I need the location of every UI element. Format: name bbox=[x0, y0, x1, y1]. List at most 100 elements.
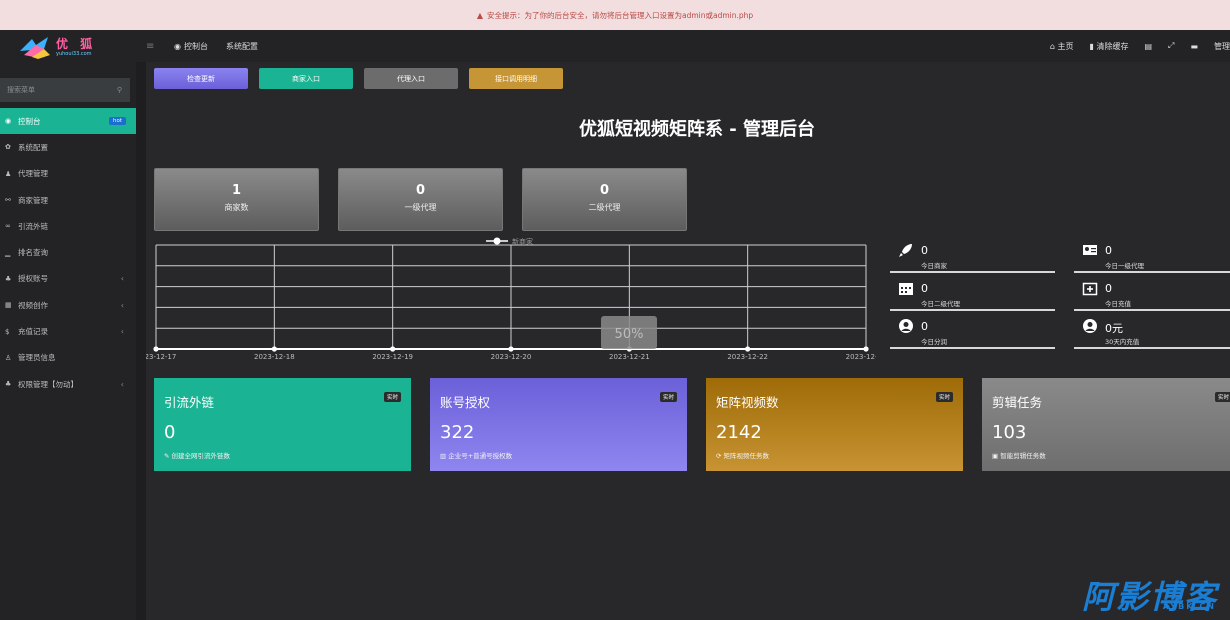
sidebar-item-label: 授权账号 bbox=[18, 274, 48, 284]
sidebar-item-video[interactable]: ▦ 视频创作 ‹ bbox=[0, 292, 136, 318]
sidebar-item-label: 控制台 bbox=[18, 116, 41, 126]
x-tick-label: 2023-12-20 bbox=[491, 353, 532, 361]
x-tick-label: 2023-12-22 bbox=[727, 353, 768, 361]
sidebar-item-ranking[interactable]: ▁ 排名查询 bbox=[0, 239, 136, 265]
logo[interactable]: 优 狐 yuhoui33.com bbox=[0, 30, 136, 62]
topnav-settings[interactable]: 系统配置 bbox=[226, 41, 258, 52]
x-tick-label: 2023-12-18 bbox=[254, 353, 295, 361]
watermark-logo: 阿影博客 AYBK.CN bbox=[1024, 572, 1224, 616]
stat-value: 0 bbox=[415, 183, 426, 198]
link-icon: ∞ bbox=[5, 222, 11, 231]
image-icon: ▣ bbox=[992, 452, 999, 460]
topnav-dashboard[interactable]: ◉ 控制台 bbox=[174, 41, 208, 52]
top-navbar: 优 狐 yuhoui33.com ≡ ◉ 控制台 系统配置 ⌂ 主页 ▮ 清除缓存… bbox=[0, 30, 1230, 62]
sidebar-item-label: 引流外链 bbox=[18, 221, 48, 231]
mini-stat-today-profit: 0 今日分润 bbox=[890, 314, 1055, 349]
sidebar-item-admin-info[interactable]: ♙ 管理员信息 bbox=[0, 345, 136, 371]
realtime-badge: 实时 bbox=[383, 392, 401, 402]
card-subtitle: ▥ 企业号+普通号授权数 bbox=[440, 450, 512, 460]
api-detail-button[interactable]: 接口调用明细 bbox=[469, 68, 563, 89]
sidebar-item-permissions[interactable]: ♣ 权限管理【勿动】 ‹ bbox=[0, 371, 136, 397]
book-icon[interactable]: ▤ bbox=[1144, 42, 1152, 51]
chart-icon: ▁ bbox=[5, 248, 11, 257]
topnav-dashboard-label: 控制台 bbox=[183, 41, 208, 51]
data-point[interactable] bbox=[390, 346, 396, 352]
security-alert-bar: ▲ 安全提示：为了你的后台安全，请勿将后台管理入口设置为admin或admin.… bbox=[0, 0, 1230, 30]
search-placeholder: 搜索菜单 bbox=[7, 86, 35, 94]
sidebar-item-agent[interactable]: ♟ 代理管理 bbox=[0, 161, 136, 187]
mini-stat-today-level2: 0 今日二级代理 bbox=[890, 276, 1055, 311]
id-card-icon bbox=[1083, 245, 1097, 255]
x-tick-label: 2023-12-17 bbox=[146, 353, 176, 361]
hot-badge: hot bbox=[108, 117, 126, 126]
sidebar-item-links[interactable]: ∞ 引流外链 bbox=[0, 213, 136, 239]
sync-icon: ⟳ bbox=[716, 452, 722, 460]
sidebar-item-label: 管理员信息 bbox=[18, 353, 56, 363]
legend-marker[interactable] bbox=[493, 237, 501, 245]
chevron-left-icon: ‹ bbox=[120, 274, 124, 284]
mini-stat-label: 今日商家 bbox=[921, 262, 947, 270]
stat-level1-agents: 0 一级代理 bbox=[338, 168, 503, 231]
sidebar-item-accounts[interactable]: ♣ 授权账号 ‹ bbox=[0, 266, 136, 292]
fullscreen-icon[interactable]: ⤢ bbox=[1168, 41, 1174, 51]
film-icon: ▦ bbox=[5, 301, 12, 310]
chevron-left-icon: ‹ bbox=[120, 327, 124, 337]
sidebar-item-merchant[interactable]: ⚯ 商家管理 bbox=[0, 187, 136, 213]
calendar-plus-icon bbox=[1082, 282, 1098, 296]
mini-stat-label: 30天内充值 bbox=[1105, 338, 1140, 346]
mini-stat-value: 0 bbox=[1105, 244, 1112, 257]
clear-cache-label: 清除缓存 bbox=[1096, 41, 1129, 51]
data-point[interactable] bbox=[863, 346, 869, 352]
mini-stat-label: 今日分润 bbox=[921, 338, 947, 346]
trash-icon: ▮ bbox=[1089, 41, 1094, 51]
sidebar-item-system-config[interactable]: ✿ 系统配置 bbox=[0, 134, 136, 160]
user-circle-icon bbox=[899, 319, 913, 333]
sidebar-item-label: 视频创作 bbox=[18, 300, 48, 310]
data-point[interactable] bbox=[508, 346, 514, 352]
line-chart: 2023-12-17 2023-12-18 2023-12-19 2023-12-20… bbox=[146, 237, 876, 361]
avatar[interactable]: ▬ bbox=[1190, 42, 1198, 51]
users-icon: ♣ bbox=[5, 380, 12, 389]
data-point[interactable] bbox=[271, 346, 277, 352]
sidebar-search-input[interactable]: 搜索菜单 ⚲ bbox=[0, 78, 130, 102]
merchant-entry-button[interactable]: 商家入口 bbox=[259, 68, 353, 89]
stat-level2-agents: 0 二级代理 bbox=[522, 168, 687, 231]
card-edit-tasks[interactable]: 剪辑任务 实时 103 ▣ 智能剪辑任务数 bbox=[982, 378, 1230, 471]
users-icon: ♣ bbox=[5, 274, 12, 283]
card-matrix-videos[interactable]: 矩阵视频数 实时 2142 ⟳ 矩阵视频任务数 bbox=[706, 378, 963, 471]
card-account-auth[interactable]: 账号授权 实时 322 ▥ 企业号+普通号授权数 bbox=[430, 378, 687, 471]
sidebar-item-label: 充值记录 bbox=[18, 327, 48, 337]
menu-toggle-icon[interactable]: ≡ bbox=[146, 41, 164, 52]
handshake-icon: ⚯ bbox=[5, 196, 11, 205]
card-subtitle: ✎ 创建全网引流外链数 bbox=[164, 450, 230, 460]
tab-strip bbox=[136, 62, 146, 620]
card-links[interactable]: 引流外链 实时 0 ✎ 创建全网引流外链数 bbox=[154, 378, 411, 471]
mini-stat-value: 0 bbox=[921, 282, 928, 295]
data-point[interactable] bbox=[153, 346, 159, 352]
realtime-badge: 实时 bbox=[659, 392, 677, 402]
pencil-icon: ✎ bbox=[164, 452, 170, 460]
agent-entry-button[interactable]: 代理入口 bbox=[364, 68, 458, 89]
data-point[interactable] bbox=[745, 346, 751, 352]
page-title: 优狐短视频矩阵系 - 管理后台 bbox=[578, 119, 815, 140]
admin-menu[interactable]: 管理 bbox=[1214, 41, 1230, 52]
x-tick-label: 2023-12-21 bbox=[609, 353, 650, 361]
brand-name: 优 狐 bbox=[56, 37, 97, 51]
sidebar: 搜索菜单 ⚲ ◉ 控制台 hot ✿ 系统配置 ♟ 代理管理 ⚯ 商家管理 ∞ … bbox=[0, 62, 136, 620]
clear-cache-button[interactable]: ▮ 清除缓存 bbox=[1090, 41, 1129, 52]
sidebar-item-dashboard[interactable]: ◉ 控制台 hot bbox=[0, 108, 136, 135]
watermark-main-text: 阿影博客 bbox=[1081, 578, 1218, 616]
stat-value: 0 bbox=[599, 183, 610, 198]
sidebar-item-recharge[interactable]: $ 充值记录 ‹ bbox=[0, 318, 136, 344]
card-subtitle-text: 创建全网引流外链数 bbox=[171, 452, 231, 460]
search-icon[interactable]: ⚲ bbox=[117, 86, 122, 94]
mini-stat-label: 今日充值 bbox=[1105, 300, 1131, 308]
fox-logo-icon bbox=[20, 37, 50, 59]
card-subtitle-text: 智能剪辑任务数 bbox=[1000, 452, 1046, 460]
rocket-icon bbox=[899, 244, 912, 257]
card-title: 引流外链 bbox=[164, 395, 215, 410]
check-update-button[interactable]: 检查更新 bbox=[154, 68, 248, 89]
gear-icon: ✿ bbox=[5, 143, 11, 152]
loading-text: 50% bbox=[615, 327, 644, 342]
home-link[interactable]: ⌂ 主页 bbox=[1050, 41, 1074, 52]
